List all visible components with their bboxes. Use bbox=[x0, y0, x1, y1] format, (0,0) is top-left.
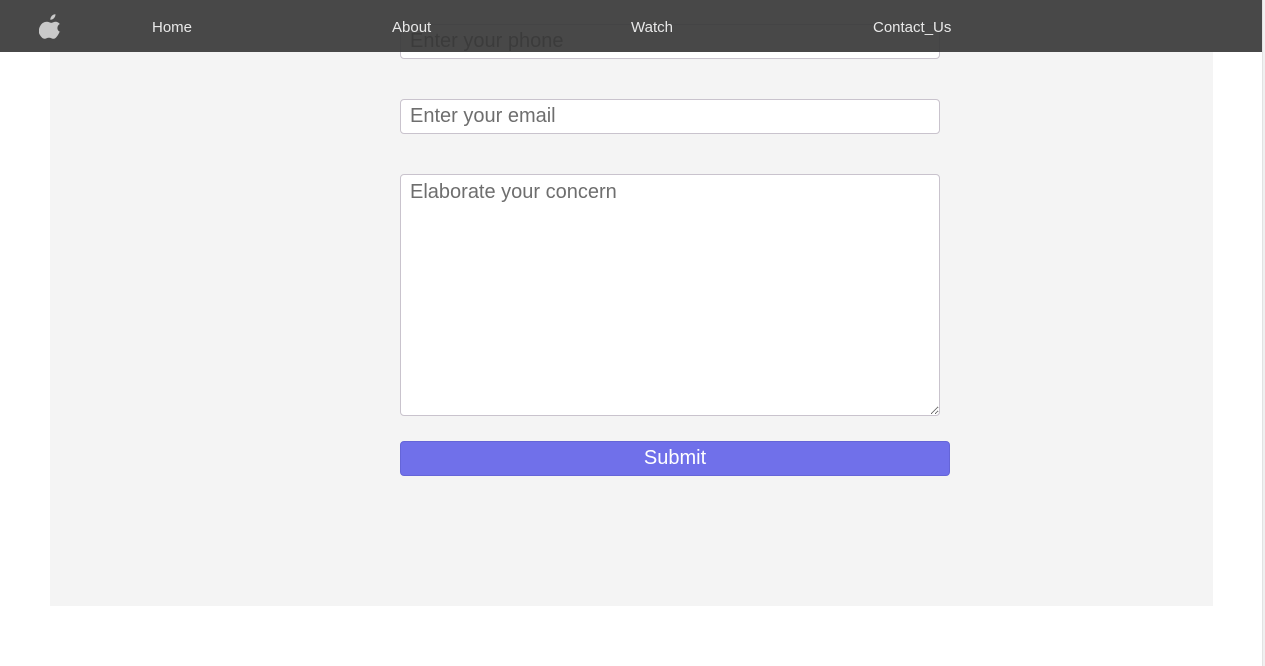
nav-link-watch[interactable]: Watch bbox=[631, 19, 673, 36]
nav-link-about[interactable]: About bbox=[392, 19, 431, 36]
top-navbar: Home About Watch Contact_Us bbox=[0, 0, 1263, 52]
apple-logo-svg bbox=[38, 14, 61, 39]
email-field[interactable] bbox=[400, 99, 940, 134]
apple-icon[interactable] bbox=[38, 13, 63, 39]
concern-textarea[interactable] bbox=[400, 174, 940, 416]
nav-link-home[interactable]: Home bbox=[152, 19, 192, 36]
submit-button[interactable]: Submit bbox=[400, 441, 950, 476]
nav-link-contact-us[interactable]: Contact_Us bbox=[873, 19, 951, 36]
page: Submit Home About Watch Contact_Us bbox=[0, 0, 1265, 666]
